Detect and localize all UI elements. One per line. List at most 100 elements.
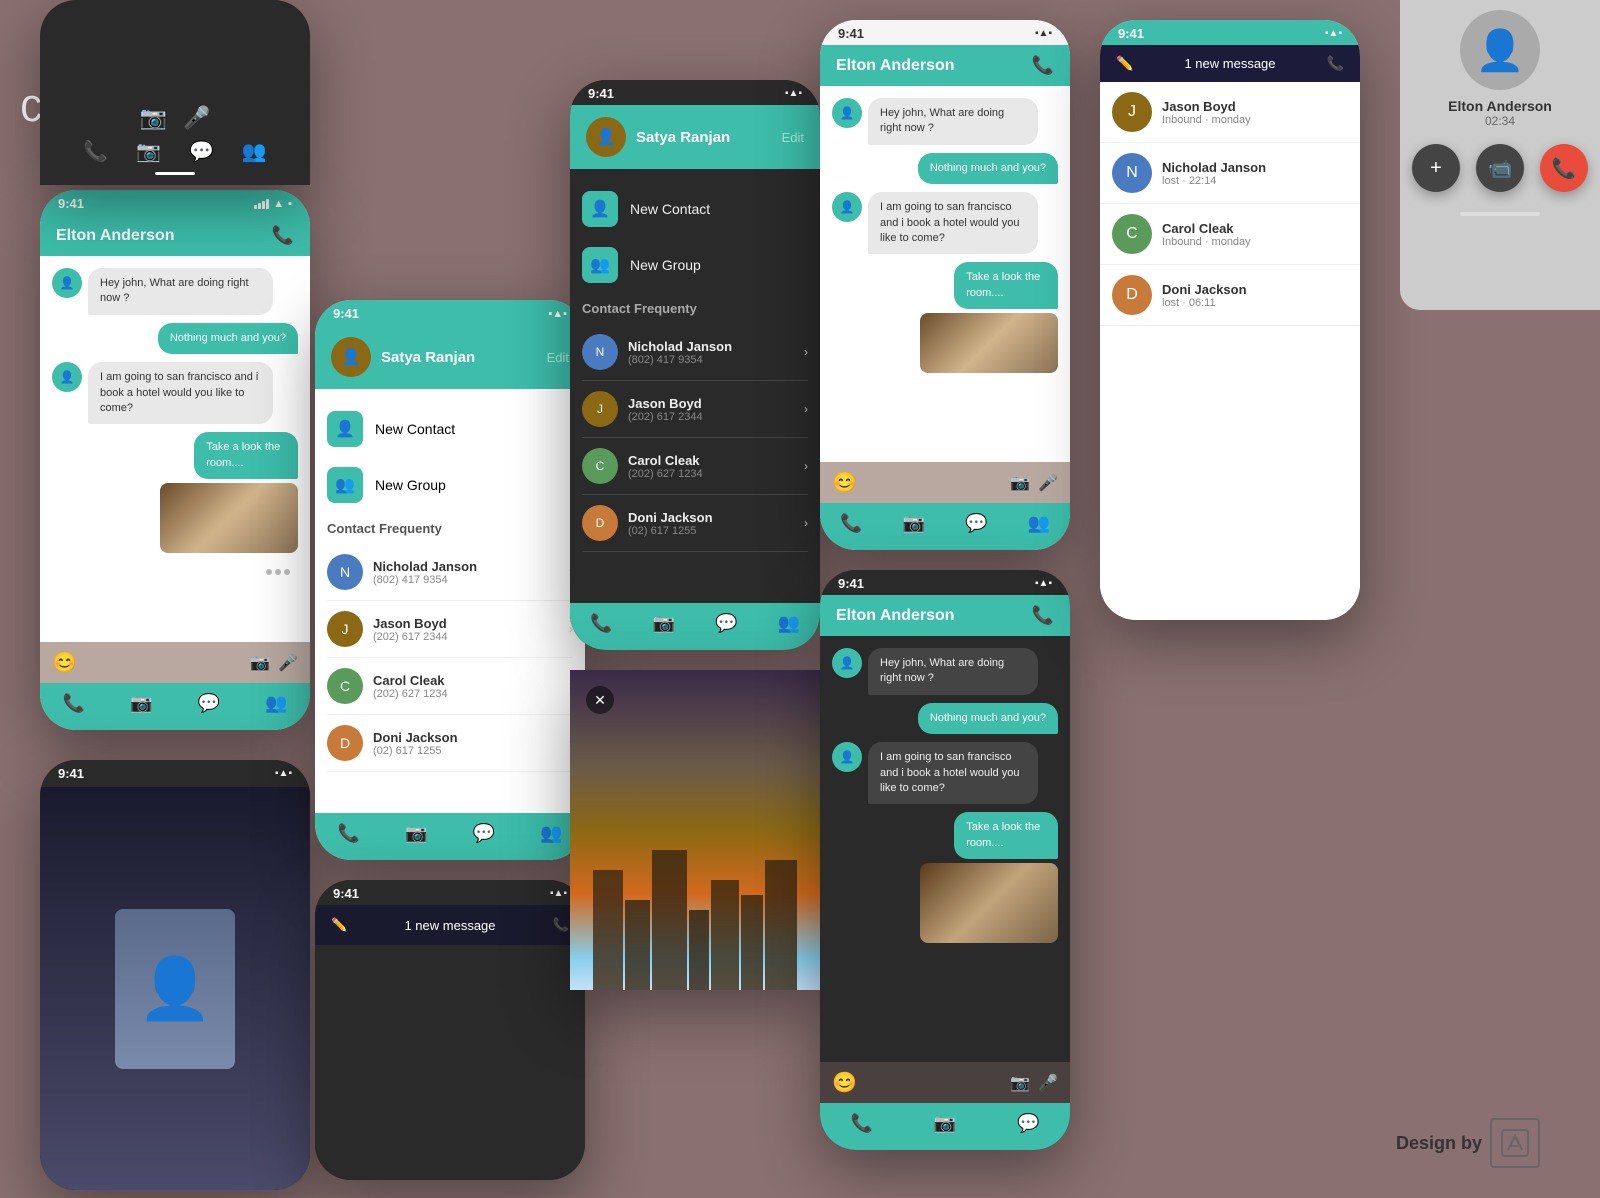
nav-contacts-4[interactable]: 👥 — [1028, 513, 1050, 534]
nav-phone-4b[interactable]: 📞 — [850, 1113, 872, 1134]
contact-item-2-3[interactable]: D Doni Jackson (02) 617 1255 › — [327, 715, 573, 772]
dark-nav-contacts[interactable]: 👥 — [242, 139, 267, 164]
new-group-item-3[interactable]: 👥 New Group — [582, 237, 808, 293]
msg-list-item-5-3[interactable]: D Doni Jackson lost · 06:11 — [1100, 265, 1360, 326]
chat-name-4b: Elton Anderson — [836, 607, 955, 625]
input-area-4: 😊 📷 🎤 — [820, 462, 1070, 503]
contact-phone-2-2: (202) 627 1234 — [373, 688, 559, 700]
nav-chat-4b[interactable]: 💬 — [1017, 1113, 1039, 1134]
profile-avatar-2: 👤 — [331, 337, 371, 377]
nav-camera-4b[interactable]: 📷 — [934, 1113, 956, 1134]
dark-mic-icon[interactable]: 🎤 — [183, 105, 210, 131]
contact-info-2-3: Doni Jackson (02) 617 1255 — [373, 730, 559, 757]
notif-bar-5: ✏️ 1 new message 📞 — [1100, 45, 1360, 82]
mic-icon-4b[interactable]: 🎤 — [1038, 1073, 1058, 1093]
contact-phone-2-1: (202) 617 2344 — [373, 631, 559, 643]
dark-nav-chat[interactable]: 💬 — [189, 139, 214, 164]
new-group-icon-3: 👥 — [582, 247, 618, 283]
chat-header-4b: Elton Anderson 📞 — [820, 595, 1070, 636]
msg-bubble-2: Nothing much and you? — [158, 323, 298, 354]
contact-item-3-3[interactable]: D Doni Jackson (02) 617 1255 › — [582, 495, 808, 552]
phone-4b-dark-chat: 9:41 ▪▲▪ Elton Anderson 📞 👤 Hey john, Wh… — [820, 570, 1070, 1150]
phone-icon-4[interactable]: 📞 — [1032, 55, 1054, 76]
chat-name-4: Elton Anderson — [836, 57, 955, 75]
edit-button-3[interactable]: Edit — [782, 130, 804, 145]
mlp-5-3: lost · 06:11 — [1162, 297, 1348, 309]
mli-5-0: Jason Boyd Inbound · monday — [1162, 99, 1348, 126]
person-add-icon-3: 👤 — [590, 199, 610, 219]
camera-icon-1[interactable]: 📷 — [250, 653, 270, 673]
cp-3-0: (802) 417 9354 — [628, 354, 794, 366]
nav-contacts-2[interactable]: 👥 — [540, 823, 562, 844]
ci-3-2: Carol Cleak (202) 627 1234 — [628, 453, 794, 480]
msg-list-item-5-2[interactable]: C Carol Cleak Inbound · monday — [1100, 204, 1360, 265]
contacts-area-2: 👤 New Contact 👥 New Group Contact Freque… — [315, 389, 585, 813]
camera-icon-4b[interactable]: 📷 — [1010, 1073, 1030, 1093]
emoji-btn-4[interactable]: 😊 — [832, 470, 857, 495]
fab-phone[interactable]: 📞 — [1540, 144, 1588, 192]
ch-3-0: › — [804, 345, 808, 359]
fab-video[interactable]: 📹 — [1476, 144, 1524, 192]
edit-button-2[interactable]: Edit — [547, 350, 569, 365]
emoji-btn-4b[interactable]: 😊 — [832, 1070, 857, 1095]
nav-contacts-3[interactable]: 👥 — [778, 613, 800, 634]
building-silhouette — [570, 798, 820, 990]
msg-image-4b — [920, 863, 1058, 943]
fab-plus[interactable]: + — [1412, 144, 1460, 192]
nav-camera-2[interactable]: 📷 — [405, 823, 427, 844]
nav-phone-2[interactable]: 📞 — [338, 823, 360, 844]
nav-chat-1[interactable]: 💬 — [198, 693, 220, 714]
dark-nav-camera[interactable]: 📷 — [136, 139, 161, 164]
new-contact-item-3[interactable]: 👤 New Contact — [582, 181, 808, 237]
profile-panel-time: 02:34 — [1485, 114, 1515, 128]
msg-avatar-1: 👤 — [52, 268, 82, 298]
msg-list-item-5-0[interactable]: J Jason Boyd Inbound · monday — [1100, 82, 1360, 143]
nav-camera-3[interactable]: 📷 — [653, 613, 675, 634]
contact-item-2-0[interactable]: N Nicholad Janson (802) 417 9354 › — [327, 544, 573, 601]
dark-nav-phone[interactable]: 📞 — [83, 139, 108, 164]
phone-icon-4b[interactable]: 📞 — [1032, 605, 1054, 626]
close-button[interactable]: ✕ — [586, 686, 614, 714]
contact-name-2-3: Doni Jackson — [373, 730, 559, 745]
contact-item-3-2[interactable]: C Carol Cleak (202) 627 1234 › — [582, 438, 808, 495]
nav-chat-2[interactable]: 💬 — [473, 823, 495, 844]
ca-3-0: N — [582, 334, 618, 370]
nav-camera-4[interactable]: 📷 — [903, 513, 925, 534]
contact-item-3-0[interactable]: N Nicholad Janson (802) 417 9354 › — [582, 324, 808, 381]
mic-icon-1[interactable]: 🎤 — [278, 653, 298, 673]
contact-item-2-2[interactable]: C Carol Cleak (202) 627 1234 › — [327, 658, 573, 715]
mla-5-0: J — [1112, 92, 1152, 132]
nav-phone-3[interactable]: 📞 — [590, 613, 612, 634]
nav-camera-1[interactable]: 📷 — [130, 693, 152, 714]
mlp-5-2: Inbound · monday — [1162, 236, 1348, 248]
phone-top-dark: 📷 🎤 📞 📷 💬 👥 — [40, 0, 310, 185]
phone-icon-5[interactable]: 📞 — [1327, 55, 1344, 72]
profile-name-2: Satya Ranjan — [381, 349, 475, 366]
mln-5-2: Carol Cleak — [1162, 221, 1348, 236]
nav-contacts-1[interactable]: 👥 — [265, 693, 287, 714]
phone-icon-1[interactable]: 📞 — [272, 225, 294, 246]
msg-row-3: 👤 I am going to san francisco and i book… — [52, 362, 298, 424]
nav-phone-4[interactable]: 📞 — [840, 513, 862, 534]
phone-5-msglist: 9:41 ▪▲▪ ✏️ 1 new message 📞 J Jason Boyd… — [1100, 20, 1360, 620]
new-contact-item-2[interactable]: 👤 New Contact — [327, 401, 573, 457]
msg-list-item-5-1[interactable]: N Nicholad Janson lost · 22:14 — [1100, 143, 1360, 204]
mic-icon-4[interactable]: 🎤 — [1038, 473, 1058, 493]
contact-item-2-1[interactable]: J Jason Boyd (202) 617 2344 › — [327, 601, 573, 658]
cp-3-1: (202) 617 2344 — [628, 411, 794, 423]
status-bar-1: 9:41 ▲ ▪ — [40, 190, 310, 215]
contact-item-3-1[interactable]: J Jason Boyd (202) 617 2344 › — [582, 381, 808, 438]
nav-chat-3[interactable]: 💬 — [715, 613, 737, 634]
contact-info-2-1: Jason Boyd (202) 617 2344 — [373, 616, 559, 643]
nav-phone-1[interactable]: 📞 — [63, 693, 85, 714]
mln-5-3: Doni Jackson — [1162, 282, 1348, 297]
cn-3-1: Jason Boyd — [628, 396, 794, 411]
phone-icon-2b[interactable]: 📞 — [553, 917, 569, 933]
status-bar-5: 9:41 ▪▲▪ — [1100, 20, 1360, 45]
camera-icon-4[interactable]: 📷 — [1010, 473, 1030, 493]
dark-camera-icon[interactable]: 📷 — [140, 105, 167, 131]
nav-chat-4[interactable]: 💬 — [965, 513, 987, 534]
emoji-button-1[interactable]: 😊 — [52, 650, 77, 675]
pencil-icon-2b: ✏️ — [331, 917, 347, 933]
new-group-item-2[interactable]: 👥 New Group — [327, 457, 573, 513]
